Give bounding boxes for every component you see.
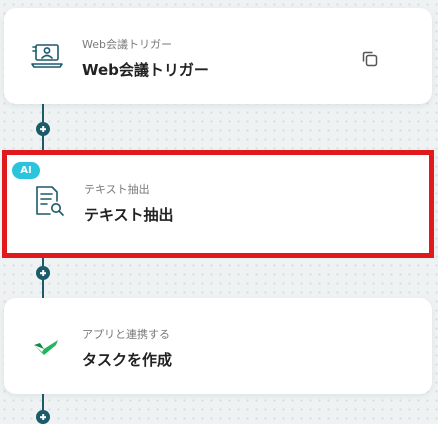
add-step-button[interactable] — [36, 122, 50, 136]
workflow-canvas: Web会議トリガー Web会議トリガー テキスト抽出 テキスト抽出 AI アプリ… — [0, 0, 438, 424]
add-step-button[interactable] — [36, 410, 50, 424]
document-search-icon — [32, 184, 66, 218]
check-icon — [30, 332, 64, 366]
ai-badge: AI — [12, 162, 40, 179]
step-card-text-extraction[interactable]: テキスト抽出 テキスト抽出 — [6, 154, 430, 254]
copy-icon[interactable] — [360, 49, 380, 69]
step-card-web-meeting-trigger[interactable]: Web会議トリガー Web会議トリガー — [4, 8, 432, 104]
step-subtitle: Web会議トリガー — [82, 38, 172, 51]
step-subtitle: アプリと連携する — [82, 328, 170, 341]
web-meeting-icon — [30, 38, 64, 72]
step-subtitle: テキスト抽出 — [84, 183, 150, 196]
step-title: Web会議トリガー — [82, 61, 209, 79]
step-card-create-task[interactable]: アプリと連携する タスクを作成 — [4, 298, 432, 394]
add-step-button[interactable] — [36, 266, 50, 280]
step-title: タスクを作成 — [82, 351, 173, 369]
step-title: テキスト抽出 — [84, 206, 174, 224]
